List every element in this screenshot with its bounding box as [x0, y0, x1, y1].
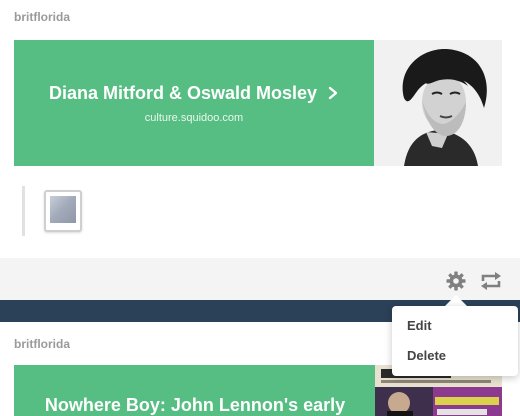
chevron-right-icon	[328, 86, 338, 100]
post-options-menu: Edit Delete	[392, 306, 518, 376]
link-title[interactable]: Diana Mitford & Oswald Mosley	[49, 83, 317, 104]
link-text-area: Nowhere Boy: John Lennon's early	[14, 365, 376, 416]
menu-item-edit[interactable]: Edit	[392, 315, 518, 345]
reblog-icon[interactable]	[480, 270, 502, 292]
post-username[interactable]: britflorida	[14, 10, 70, 24]
link-thumbnail-image	[374, 40, 502, 166]
link-title-row: Diana Mitford & Oswald Mosley	[49, 83, 339, 104]
gear-icon[interactable]	[445, 270, 467, 292]
menu-caret	[445, 295, 467, 306]
post-footer	[0, 258, 520, 300]
attached-image-thumbnail[interactable]	[44, 190, 82, 232]
link-text-area: Diana Mitford & Oswald Mosley culture.sq…	[14, 40, 374, 166]
post-username[interactable]: britflorida	[14, 337, 70, 351]
link-card[interactable]: Nowhere Boy: John Lennon's early	[14, 365, 376, 416]
dashboard: britflorida Diana Mitford & Oswald Mosle…	[0, 0, 520, 416]
quote-bar	[22, 186, 25, 236]
link-title[interactable]: Nowhere Boy: John Lennon's early	[45, 395, 345, 416]
menu-item-delete[interactable]: Delete	[392, 345, 518, 375]
link-card[interactable]: Diana Mitford & Oswald Mosley culture.sq…	[14, 40, 502, 166]
link-title-row: Nowhere Boy: John Lennon's early	[45, 395, 345, 416]
thumbnail-preview	[50, 196, 76, 223]
link-domain: culture.squidoo.com	[144, 111, 244, 124]
